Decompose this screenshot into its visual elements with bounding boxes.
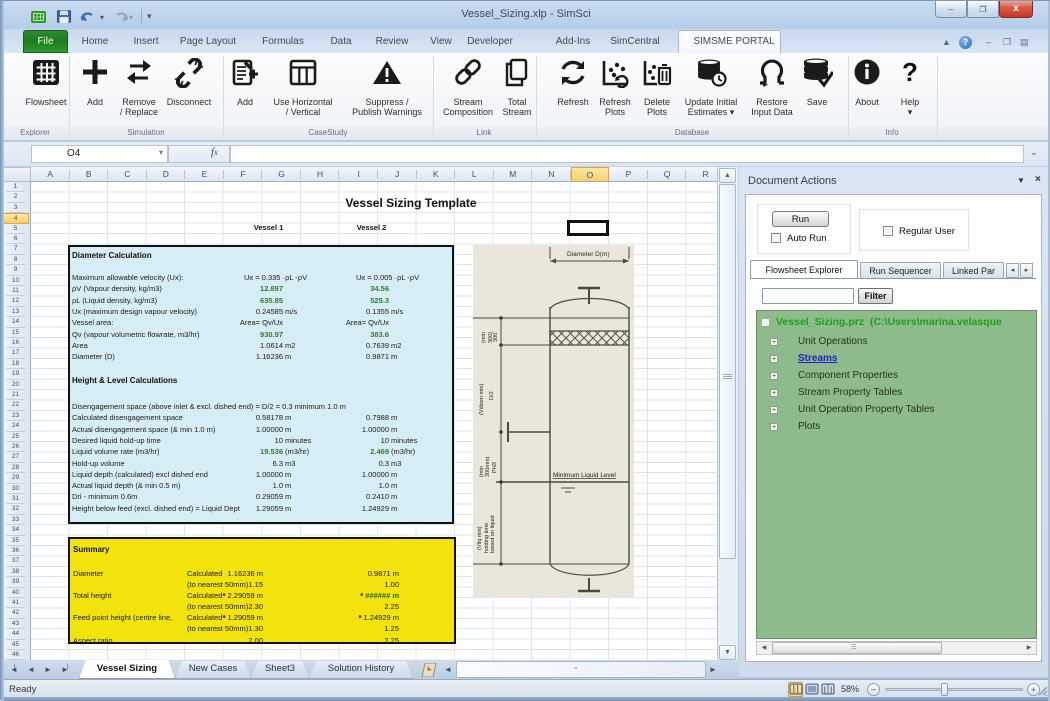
svg-text:PH3: PH3	[492, 462, 498, 473]
svg-text:based on liquid: based on liquid	[490, 515, 496, 553]
svg-text:(Vdisen min): (Vdisen min)	[479, 383, 485, 415]
svg-text:Minimum Liquid Level: Minimum Liquid Level	[553, 472, 616, 479]
svg-text:300: 300	[493, 333, 499, 342]
svg-text:Diameter D(m): Diameter D(m)	[567, 251, 610, 258]
svg-text:300mm): 300mm)	[485, 456, 491, 477]
svg-text:(Vliq min): (Vliq min)	[477, 526, 483, 550]
svg-text:(min: (min	[481, 332, 487, 343]
svg-text:D/2: D/2	[489, 391, 495, 400]
